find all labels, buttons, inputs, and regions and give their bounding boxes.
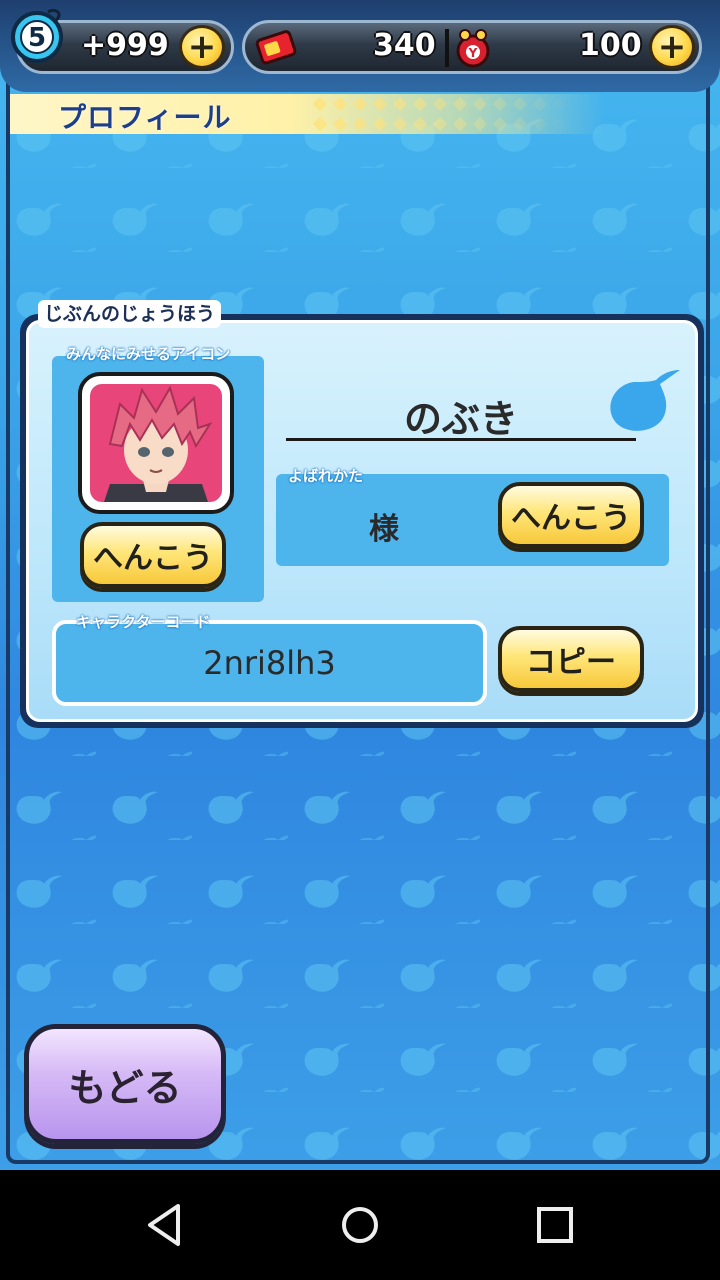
honorific-label: よばれかた [288,467,364,485]
add-stamina-button[interactable]: + [179,25,225,69]
profile-section-label: じぶんのじょうほう [38,300,222,328]
droplet-icon [610,370,680,431]
game-screen: +999 + 5 340 Y 100 + プロフィール じぶんのじょうほう みん… [0,0,720,1170]
currency-counter: 340 Y 100 + [242,20,702,74]
change-icon-button[interactable]: へんこう [80,522,226,588]
back-button[interactable]: もどる [24,1024,226,1144]
stamina-value: +999 [81,28,169,63]
character-portrait [90,384,222,502]
back-triangle-icon[interactable] [140,1200,190,1250]
player-name: のぶき [403,397,518,441]
add-coins-button[interactable]: + [649,25,695,69]
honorific-value: 様 [369,512,399,547]
avatar [78,372,234,514]
top-status-bar: +999 + 5 340 Y 100 + [0,0,720,92]
copy-code-button[interactable]: コピー [498,626,644,692]
ticket-count: 340 [373,28,436,63]
home-circle-icon[interactable] [335,1200,385,1250]
counter-divider [445,29,449,67]
name-underline [286,438,636,441]
change-honorific-button[interactable]: へんこう [498,482,644,548]
coin-count: 100 [579,28,642,63]
watch-level: 5 [28,23,46,53]
character-code-label: キャラクターコード [76,613,211,631]
coin-purse-icon: Y [456,29,490,68]
title-banner: プロフィール [10,94,710,134]
recents-square-icon[interactable] [530,1200,580,1250]
ticket-icon [255,30,297,65]
system-nav-bar [0,1170,720,1280]
character-code-value: 2nri8lh3 [203,644,336,682]
icon-section-label: みんなにみせるアイコン [66,345,231,363]
watch-icon: 5 [11,8,63,63]
svg-text:Y: Y [468,46,478,60]
banner-diamond-pattern [310,94,570,134]
page-title: プロフィール [58,101,232,134]
